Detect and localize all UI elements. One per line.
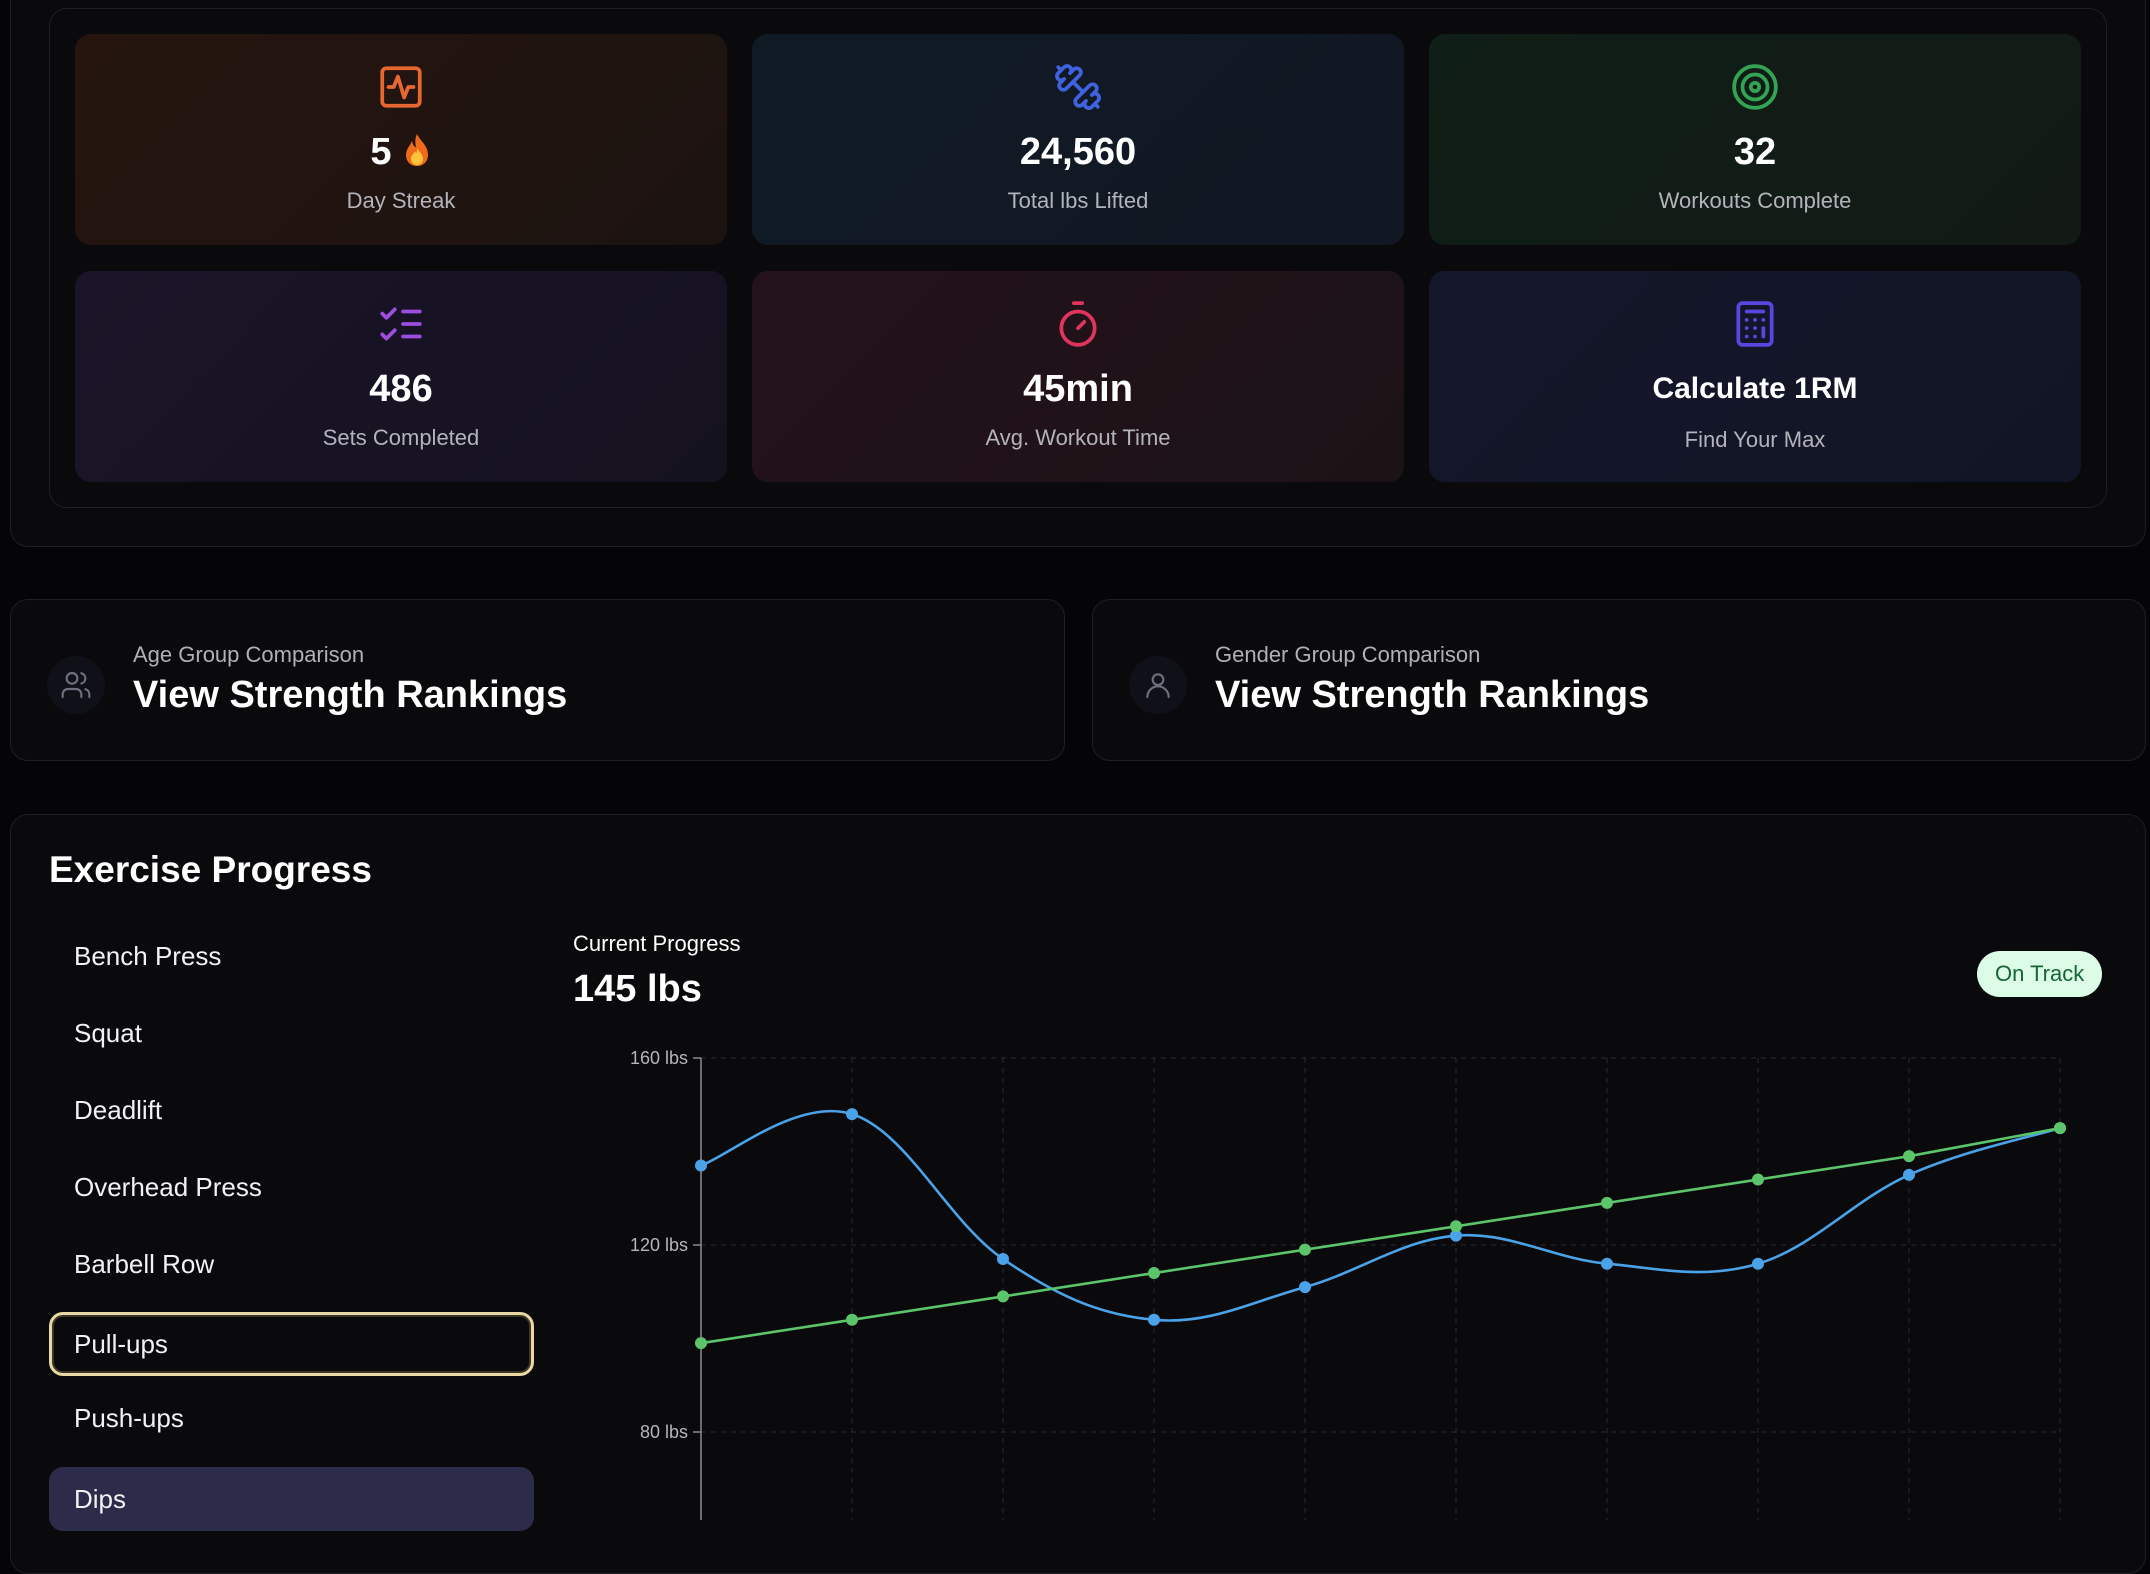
series-1-point	[1903, 1150, 1915, 1163]
total-lifted-card: 24,560 Total lbs Lifted	[752, 34, 1404, 245]
series-0-point	[846, 1108, 858, 1121]
age-group-title: View Strength Rankings	[133, 674, 568, 716]
series-0-point	[1148, 1313, 1160, 1326]
workouts-complete-card: 32 Workouts Complete	[1429, 34, 2081, 245]
series-line-1	[700, 1126, 2061, 1345]
series-0-point	[695, 1159, 707, 1172]
gender-group-comparison-card[interactable]: Gender Group Comparison View Strength Ra…	[1092, 599, 2146, 761]
user-icon	[1129, 656, 1187, 714]
users-icon	[47, 656, 105, 714]
series-1-point	[2054, 1122, 2066, 1135]
y-tick-label: 120 lbs	[630, 1235, 688, 1255]
series-0-point	[1601, 1257, 1613, 1270]
series-0-point	[997, 1253, 1009, 1266]
series-1-point	[1148, 1267, 1160, 1280]
series-line-0	[700, 1109, 2061, 1322]
series-0-point	[1299, 1281, 1311, 1294]
y-tick-label: 160 lbs	[630, 1048, 688, 1068]
series-1-point	[1299, 1243, 1311, 1256]
gender-group-title: View Strength Rankings	[1215, 674, 1650, 716]
exercise-item-deadlift[interactable]: Deadlift	[49, 1078, 534, 1142]
series-0-point	[1903, 1168, 1915, 1181]
sets-completed-card: 486 Sets Completed	[75, 271, 727, 482]
exercise-item-bench-press[interactable]: Bench Press	[49, 924, 534, 988]
exercise-item-squat[interactable]: Squat	[49, 1001, 534, 1065]
calculate-1rm-card[interactable]: Calculate 1RM Find Your Max	[1429, 271, 2081, 482]
series-1-point	[1752, 1173, 1764, 1186]
sets-completed-label: Sets Completed	[322, 425, 480, 450]
avg-workout-time-card: 45min Avg. Workout Time	[752, 271, 1404, 482]
timer-icon	[1053, 299, 1103, 349]
series-1-point	[846, 1313, 858, 1326]
calculator-icon	[1730, 299, 1780, 349]
day-streak-card: 5 Day Streak	[75, 34, 727, 245]
dumbbell-icon	[1053, 62, 1103, 112]
gender-group-subtitle: Gender Group Comparison	[1215, 642, 1481, 667]
day-streak-label: Day Streak	[346, 188, 456, 213]
workouts-complete-value: 32	[1733, 131, 1777, 173]
activity-icon	[376, 62, 426, 112]
progress-chart: 80 lbs 120 lbs 160 lbs	[630, 1048, 2066, 1520]
exercise-progress-title: Exercise Progress	[49, 849, 372, 890]
exercise-item-dips[interactable]: Dips	[49, 1467, 534, 1531]
series-0-point	[1752, 1257, 1764, 1270]
day-streak-value: 5	[370, 131, 392, 173]
series-1-point	[695, 1337, 707, 1350]
calculate-1rm-subtitle: Find Your Max	[1684, 427, 1826, 452]
exercise-item-overhead-press[interactable]: Overhead Press	[49, 1155, 534, 1219]
exercise-item-push-ups[interactable]: Push-ups	[49, 1386, 534, 1450]
list-checks-icon	[376, 299, 426, 349]
fire-icon	[402, 132, 432, 168]
avg-workout-time-value: 45min	[1023, 368, 1133, 410]
series-1-point	[1450, 1220, 1462, 1233]
current-progress-value: 145 lbs	[573, 968, 702, 1010]
series-1-point	[1601, 1196, 1613, 1209]
exercise-item-barbell-row[interactable]: Barbell Row	[49, 1232, 534, 1296]
workouts-complete-label: Workouts Complete	[1658, 188, 1852, 213]
age-group-comparison-card[interactable]: Age Group Comparison View Strength Ranki…	[10, 599, 1065, 761]
calculate-1rm-title: Calculate 1RM	[1652, 372, 1858, 405]
target-icon	[1730, 62, 1780, 112]
exercise-item-pull-ups[interactable]: Pull-ups	[49, 1312, 534, 1376]
age-group-subtitle: Age Group Comparison	[133, 642, 365, 667]
total-lifted-label: Total lbs Lifted	[1007, 188, 1149, 213]
total-lifted-value: 24,560	[1019, 131, 1137, 173]
avg-workout-time-label: Avg. Workout Time	[985, 425, 1171, 450]
current-progress-label: Current Progress	[573, 931, 741, 956]
status-badge: On Track	[1977, 951, 2103, 997]
sets-completed-value: 486	[369, 368, 433, 410]
y-tick-label: 80 lbs	[640, 1422, 688, 1442]
series-1-point	[997, 1290, 1009, 1303]
